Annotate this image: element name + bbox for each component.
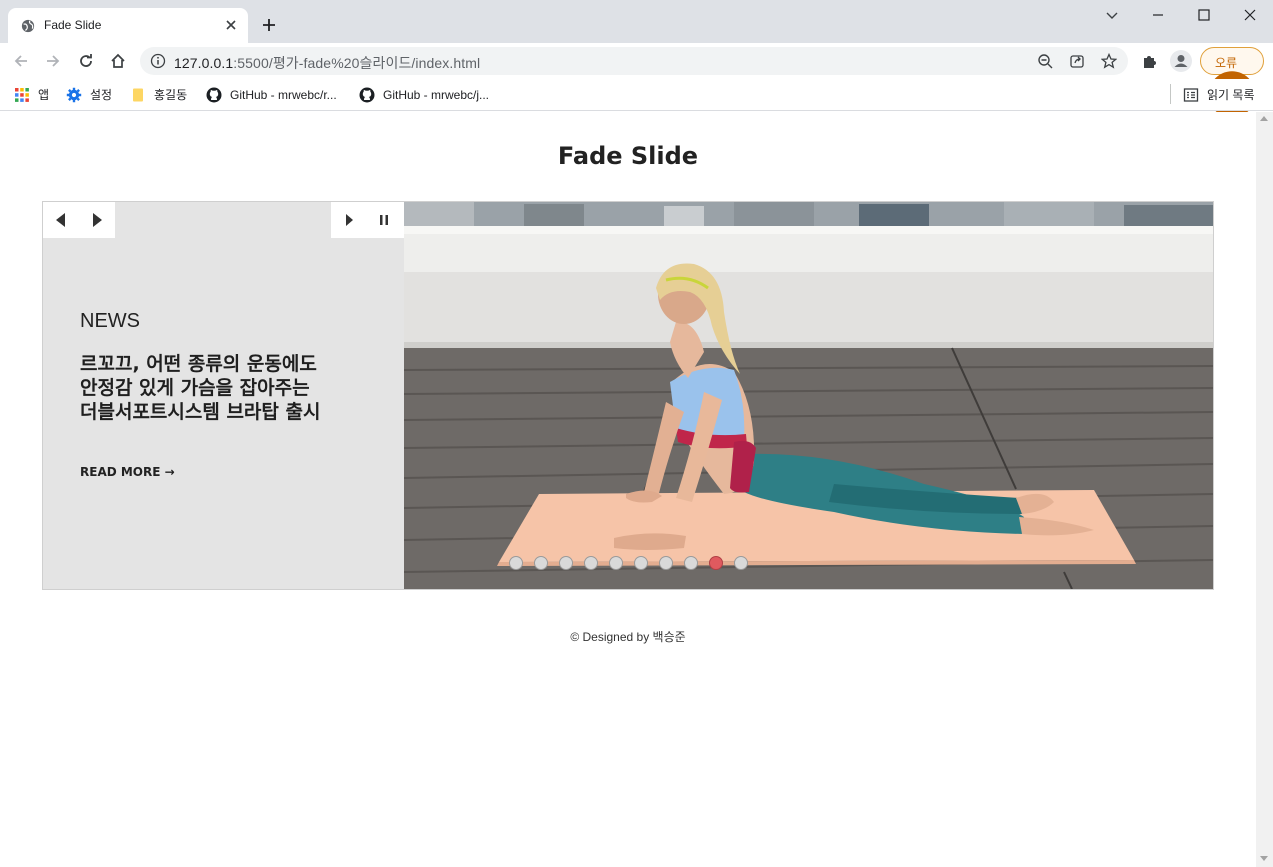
bookmark-apps[interactable]: 앱	[14, 85, 59, 105]
footer-credit: © Designed by 백승준	[570, 630, 686, 644]
tab-title: Fade Slide	[44, 18, 102, 32]
pagination-dot[interactable]	[559, 556, 573, 570]
prev-arrow-icon[interactable]	[53, 212, 69, 228]
profile-avatar[interactable]	[1170, 50, 1192, 72]
home-icon[interactable]	[109, 52, 127, 70]
person-icon	[1174, 55, 1188, 67]
pagination-dot[interactable]	[634, 556, 648, 570]
url-text: 127.0.0.1:5500/평가-fade%20슬라이드/index.html	[174, 53, 480, 73]
bookmark-label: 홍길동	[154, 88, 188, 102]
address-bar[interactable]: 127.0.0.1:5500/평가-fade%20슬라이드/index.html	[140, 47, 1128, 75]
pagination-dot[interactable]	[609, 556, 623, 570]
bookmarks-separator	[1170, 84, 1171, 104]
url-path: :5500/평가-fade%20슬라이드/index.html	[233, 55, 481, 71]
bookmark-github-1[interactable]: GitHub - mrwebc/r...	[206, 85, 351, 105]
pagination-dot[interactable]	[534, 556, 548, 570]
bookmark-label: GitHub - mrwebc/j...	[383, 88, 490, 102]
scroll-up-arrow-icon[interactable]	[1260, 116, 1268, 121]
pagination-dot[interactable]	[659, 556, 673, 570]
globe-icon	[21, 19, 35, 33]
bookmark-folder[interactable]: 홍길동	[130, 85, 195, 105]
gear-icon	[66, 87, 82, 103]
pagination-dot[interactable]	[709, 556, 723, 570]
bookmark-github-2[interactable]: GitHub - mrwebc/j...	[359, 85, 504, 105]
prev-next-controls	[43, 202, 115, 238]
read-more-link[interactable]: READ MORE →	[80, 465, 175, 479]
extensions-puzzle-icon[interactable]	[1141, 52, 1159, 70]
pagination-dot[interactable]	[734, 556, 748, 570]
close-window-icon[interactable]	[1242, 7, 1258, 23]
slide-photo	[404, 202, 1213, 589]
error-button[interactable]: 오류	[1200, 47, 1264, 273]
apps-grid-icon	[15, 88, 29, 102]
slide-text-panel: NEWS 르꼬끄, 어떤 종류의 운동에도 안정감 있게 가슴을 잡아주는 더블…	[43, 202, 404, 589]
bookmark-label: 설정	[90, 88, 113, 102]
scroll-down-arrow-icon[interactable]	[1260, 856, 1268, 861]
next-arrow-icon[interactable]	[89, 212, 105, 228]
zoom-out-icon[interactable]	[1037, 53, 1053, 69]
play-icon[interactable]	[341, 212, 357, 228]
error-button-label: 오류	[1215, 56, 1238, 70]
bookmark-label: GitHub - mrwebc/r...	[230, 88, 337, 102]
share-icon[interactable]	[1069, 53, 1085, 69]
vertical-scrollbar[interactable]	[1256, 112, 1273, 867]
minimize-icon[interactable]	[1150, 7, 1166, 23]
url-host: 127.0.0.1	[174, 55, 234, 71]
headline-line: 더블서포트시스템 브라탑 출시	[80, 401, 321, 423]
folder-icon	[133, 88, 143, 102]
pagination-dot[interactable]	[509, 556, 523, 570]
reading-list-label: 읽기 목록	[1207, 88, 1255, 102]
fade-slider: NEWS 르꼬끄, 어떤 종류의 운동에도 안정감 있게 가슴을 잡아주는 더블…	[42, 201, 1214, 590]
browser-tab[interactable]: Fade Slide	[8, 8, 248, 43]
tab-strip: Fade Slide	[0, 0, 1273, 43]
tab-search-chevron-icon[interactable]	[1104, 7, 1120, 23]
forward-icon[interactable]	[44, 52, 62, 70]
yoga-photo-image	[404, 202, 1213, 589]
new-tab-icon[interactable]	[260, 16, 278, 34]
maximize-icon[interactable]	[1196, 7, 1212, 23]
close-tab-icon[interactable]	[223, 17, 239, 33]
bookmark-settings[interactable]: 설정	[66, 85, 121, 105]
browser-toolbar: 127.0.0.1:5500/평가-fade%20슬라이드/index.html…	[0, 43, 1273, 273]
headline-line: 르꼬끄, 어떤 종류의 운동에도	[80, 353, 317, 375]
reload-icon[interactable]	[77, 52, 95, 70]
pause-icon[interactable]	[376, 212, 392, 228]
slide-category: NEWS	[80, 310, 140, 332]
bookmark-star-icon[interactable]	[1101, 53, 1117, 69]
back-icon[interactable]	[12, 52, 30, 70]
site-info-icon[interactable]	[150, 53, 166, 69]
page-title: Fade Slide	[557, 142, 699, 170]
bookmark-label: 앱	[38, 88, 50, 102]
github-icon	[206, 87, 222, 103]
bookmarks-bar: 앱 설정 홍길동 GitHub - mrwebc/r... GitHub - m…	[0, 79, 1273, 111]
github-icon	[359, 87, 375, 103]
play-pause-controls	[331, 202, 404, 238]
headline-line: 안정감 있게 가슴을 잡아주는	[80, 377, 310, 399]
pagination-dot[interactable]	[684, 556, 698, 570]
reading-list[interactable]: 읽기 목록	[1183, 85, 1263, 105]
reading-list-icon	[1183, 88, 1199, 102]
slide-headline: 르꼬끄, 어떤 종류의 운동에도 안정감 있게 가슴을 잡아주는 더블서포트시스…	[80, 352, 380, 424]
page-viewport: Fade Slide NEWS 르꼬끄, 어떤 종류의 운동에도 안정감 있게 …	[0, 112, 1256, 867]
pagination-dot[interactable]	[584, 556, 598, 570]
